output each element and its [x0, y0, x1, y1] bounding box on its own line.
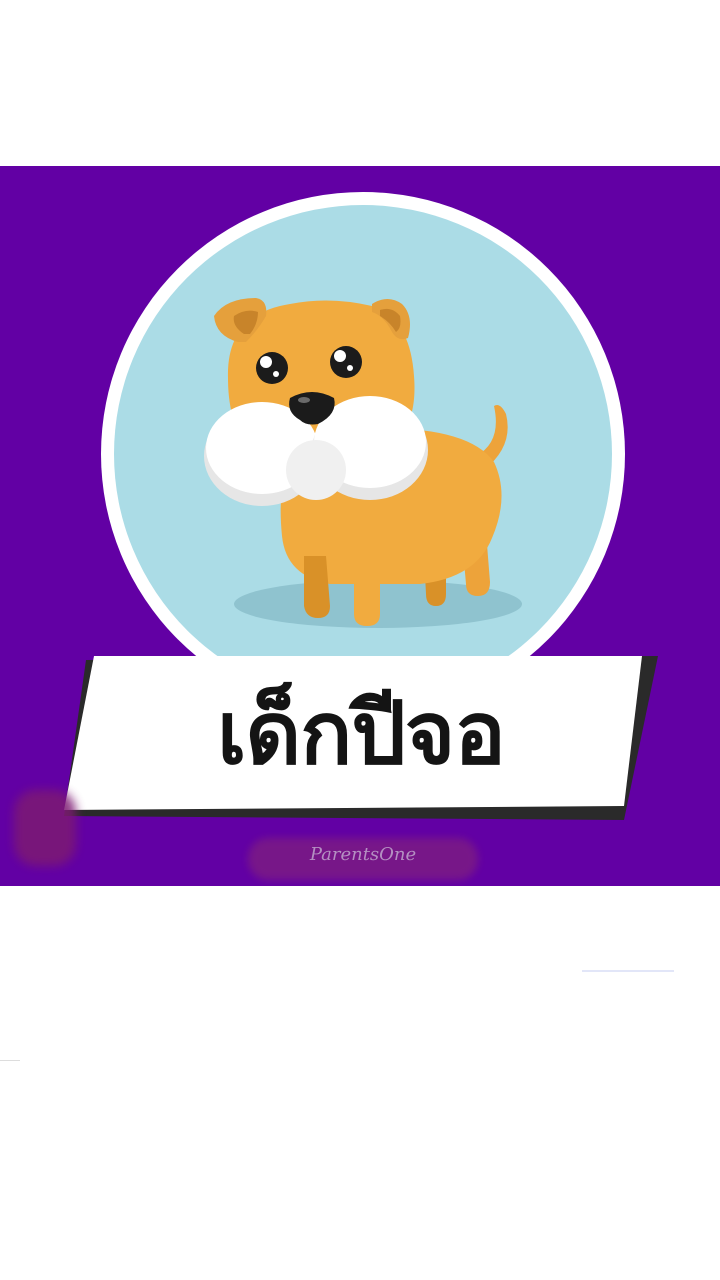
screen: เด็กปีจอ ParentsOne: [0, 0, 720, 1280]
watermark: ParentsOne: [248, 834, 478, 886]
zodiac-banner-image: เด็กปีจอ ParentsOne: [0, 166, 720, 886]
title-plate: เด็กปีจอ: [64, 656, 658, 822]
watermark-text: ParentsOne: [309, 844, 417, 865]
banner-title: เด็กปีจอ: [217, 684, 506, 784]
bottom-blank-area: [0, 886, 720, 1280]
faint-tick: [0, 1060, 20, 1061]
faint-divider: [582, 970, 674, 972]
top-blank-area: [0, 0, 720, 166]
left-smudge: [14, 790, 76, 866]
